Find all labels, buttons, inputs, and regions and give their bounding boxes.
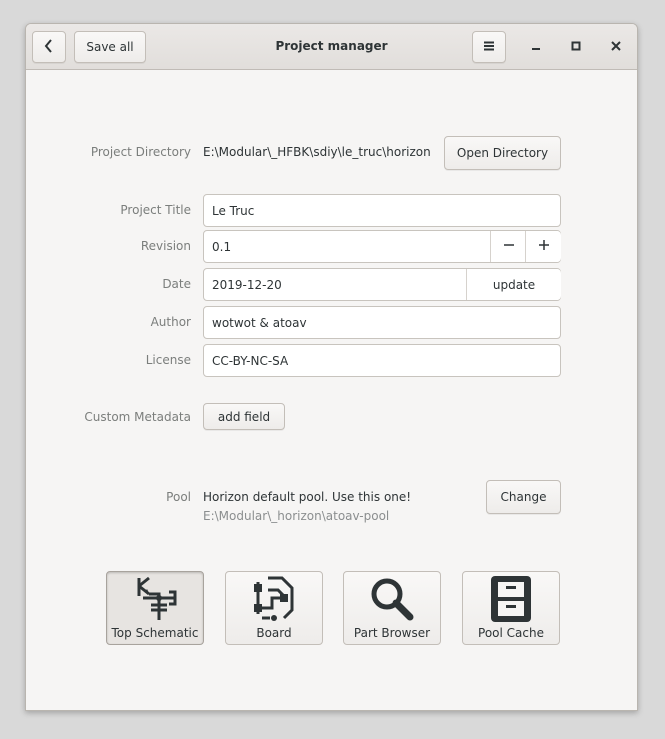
project-title-input[interactable]: Le Truc xyxy=(203,194,561,227)
add-field-button[interactable]: add field xyxy=(203,403,285,430)
project-directory-value: E:\Modular\_HFBK\sdiy\le_truc\horizon xyxy=(203,145,431,159)
author-text: wotwot & atoav xyxy=(212,315,307,330)
revision-decrement-button[interactable] xyxy=(490,231,526,262)
revision-label: Revision xyxy=(140,239,191,253)
license-text: CC-BY-NC-SA xyxy=(212,353,289,368)
pool-name: Horizon default pool. Use this one! xyxy=(203,490,412,504)
part-browser-button[interactable]: Part Browser xyxy=(343,571,441,645)
hamburger-icon xyxy=(483,40,495,55)
date-update-button[interactable]: update xyxy=(466,269,561,300)
close-icon xyxy=(611,40,621,54)
change-pool-label: Change xyxy=(500,490,547,504)
license-label: License xyxy=(145,353,191,367)
part-browser-label: Part Browser xyxy=(353,626,431,640)
header-bar: Save all Project manager xyxy=(26,24,637,70)
revision-spinbutton[interactable]: 0.1 xyxy=(203,230,561,263)
date-update-label: update xyxy=(492,277,536,292)
pool-label: Pool xyxy=(166,490,191,504)
top-schematic-label: Top Schematic xyxy=(111,626,199,640)
maximize-button[interactable] xyxy=(565,36,587,58)
magnifier-icon xyxy=(366,574,418,626)
minus-icon xyxy=(503,239,515,254)
plus-icon xyxy=(538,239,550,254)
change-pool-button[interactable]: Change xyxy=(486,480,561,514)
maximize-icon xyxy=(571,40,581,54)
author-input[interactable]: wotwot & atoav xyxy=(203,306,561,339)
revision-increment-button[interactable] xyxy=(525,231,561,262)
board-icon xyxy=(248,574,300,626)
open-directory-button[interactable]: Open Directory xyxy=(444,136,561,170)
add-field-label: add field xyxy=(217,409,271,424)
custom-metadata-label: Custom Metadata xyxy=(84,410,191,424)
schematic-icon xyxy=(129,574,181,626)
project-title-label: Project Title xyxy=(120,203,191,217)
board-label: Board xyxy=(256,626,292,640)
date-text: 2019-12-20 xyxy=(212,277,282,292)
file-cabinet-icon xyxy=(485,574,537,626)
project-title-text: Le Truc xyxy=(212,203,255,218)
project-directory-label: Project Directory xyxy=(90,145,191,159)
save-all-button[interactable]: Save all xyxy=(74,31,146,63)
open-directory-label: Open Directory xyxy=(456,146,549,160)
revision-text: 0.1 xyxy=(212,239,232,254)
pool-path: E:\Modular\_horizon\atoav-pool xyxy=(203,509,390,523)
pool-cache-label: Pool Cache xyxy=(478,626,544,640)
project-manager-window: Save all Project manager Project Directo… xyxy=(25,23,638,711)
author-label: Author xyxy=(150,315,191,329)
close-button[interactable] xyxy=(605,36,627,58)
top-schematic-button[interactable]: Top Schematic xyxy=(106,571,204,645)
board-button[interactable]: Board xyxy=(225,571,323,645)
back-button[interactable] xyxy=(32,31,66,63)
date-input[interactable]: 2019-12-20 update xyxy=(203,268,561,301)
chevron-left-icon xyxy=(43,38,55,56)
date-label: Date xyxy=(162,277,191,291)
save-all-label: Save all xyxy=(86,40,134,54)
minimize-icon xyxy=(531,40,541,54)
minimize-button[interactable] xyxy=(525,36,547,58)
license-input[interactable]: CC-BY-NC-SA xyxy=(203,344,561,377)
pool-cache-button[interactable]: Pool Cache xyxy=(462,571,560,645)
menu-button[interactable] xyxy=(472,31,506,63)
